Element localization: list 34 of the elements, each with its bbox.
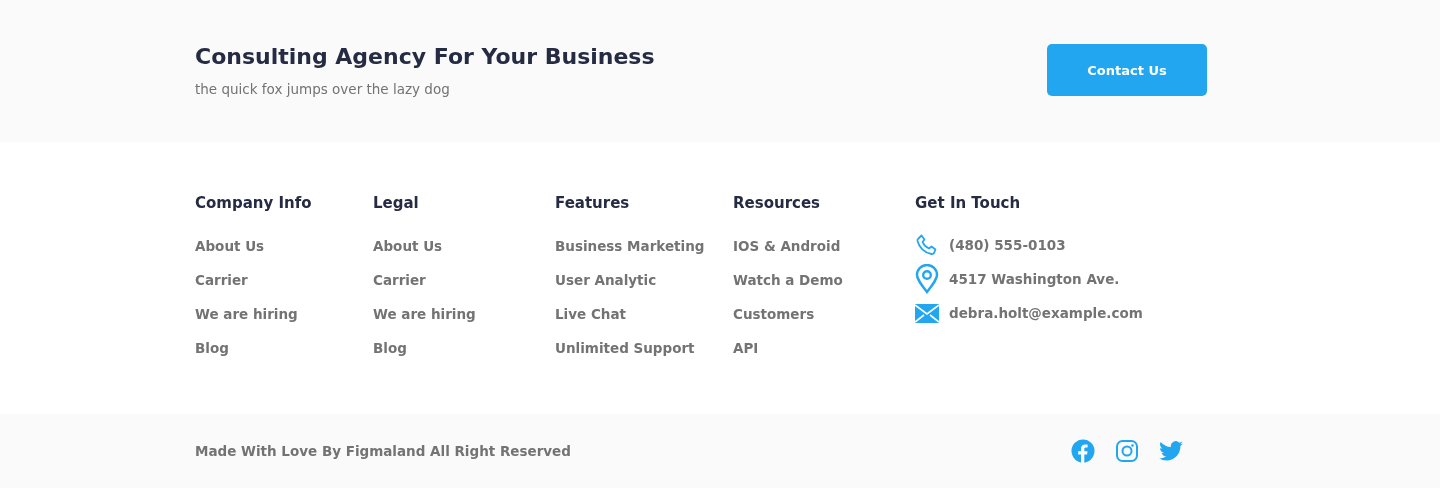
instagram-icon[interactable] — [1116, 440, 1138, 462]
copyright-text: Made With Love By Figmaland All Right Reserved — [195, 443, 571, 459]
contact-text: (480) 555-0103 — [949, 237, 1066, 253]
footer-link[interactable]: Carrier — [195, 270, 248, 290]
column-heading: Company Info — [195, 194, 312, 212]
contact-text: debra.holt@example.com — [949, 305, 1143, 321]
column-heading: Resources — [733, 194, 821, 212]
footer-link[interactable]: Blog — [195, 338, 229, 358]
footer-link[interactable]: We are hiring — [373, 304, 476, 324]
footer-link[interactable]: User Analytic — [555, 270, 657, 290]
footer-link[interactable]: Unlimited Support — [555, 338, 695, 358]
column-heading: Features — [555, 194, 630, 212]
footer-link[interactable]: IOS & Android — [733, 236, 841, 256]
footer-link[interactable]: Live Chat — [555, 304, 626, 324]
footer-link[interactable]: About Us — [373, 236, 443, 256]
contact-text: 4517 Washington Ave. — [949, 271, 1120, 287]
column-heading: Get In Touch — [915, 194, 1021, 212]
footer-link[interactable]: Customers — [733, 304, 815, 324]
footer-link[interactable]: Carrier — [373, 270, 426, 290]
twitter-icon[interactable] — [1159, 441, 1183, 461]
contact-button[interactable]: Contact Us — [1047, 44, 1207, 96]
footer-link[interactable]: We are hiring — [195, 304, 298, 324]
envelope-icon — [915, 303, 939, 323]
facebook-icon[interactable] — [1071, 439, 1095, 463]
footer-link[interactable]: API — [733, 338, 759, 358]
subtitle: the quick fox jumps over the lazy dog — [195, 80, 451, 97]
phone-icon — [915, 233, 939, 257]
location-pin-icon — [915, 264, 939, 294]
footer-link[interactable]: Blog — [373, 338, 407, 358]
footer-link[interactable]: About Us — [195, 236, 265, 256]
footer-link[interactable]: Business Marketing — [555, 236, 705, 256]
section-title: Consulting Agency For Your Business — [195, 43, 655, 69]
column-heading: Legal — [373, 194, 419, 212]
footer-link[interactable]: Watch a Demo — [733, 270, 843, 290]
